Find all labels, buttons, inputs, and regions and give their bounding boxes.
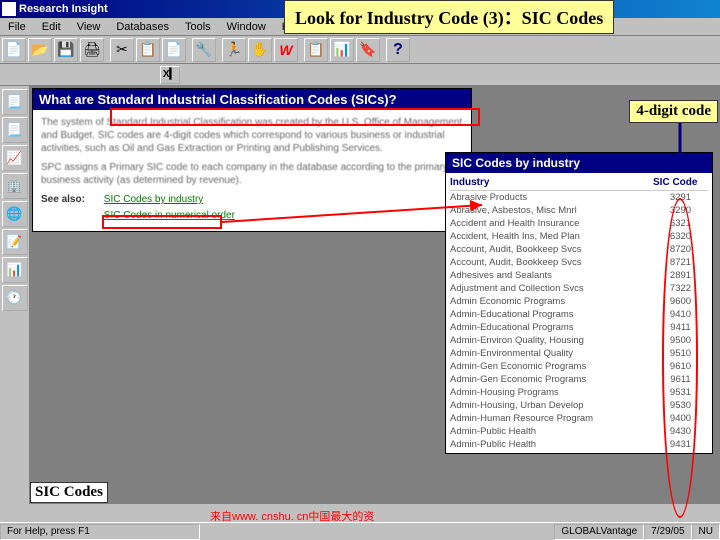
new-icon[interactable]: 📄 xyxy=(2,38,26,62)
table-row[interactable]: Admin-Human Resource Program9400 xyxy=(450,412,708,425)
panel-header: Industry SIC Code xyxy=(450,175,708,191)
help-icon[interactable]: ? xyxy=(386,38,410,62)
menu-databases[interactable]: Databases xyxy=(108,19,177,35)
doc-para2: SPC assigns a Primary SIC code to each c… xyxy=(41,161,463,187)
table-row[interactable]: Admin-Gen Economic Programs9610 xyxy=(450,360,708,373)
table-row[interactable]: Adjustment and Collection Svcs7322 xyxy=(450,282,708,295)
bars-icon[interactable]: 📊 xyxy=(330,38,354,62)
menu-view[interactable]: View xyxy=(69,19,109,35)
side-note-icon[interactable]: 📝 xyxy=(2,229,28,255)
table-row[interactable]: Admin-Educational Programs9411 xyxy=(450,321,708,334)
paste-icon[interactable]: 📄 xyxy=(162,38,186,62)
status-mode: NU xyxy=(692,524,720,540)
tool-icon[interactable]: 🔧 xyxy=(192,38,216,62)
annotation-sic-codes: SIC Codes xyxy=(30,482,108,503)
table-row[interactable]: Account, Audit, Bookkeep Svcs8721 xyxy=(450,256,708,269)
side-globe-icon[interactable]: 🌐 xyxy=(2,201,28,227)
menu-file[interactable]: File xyxy=(0,19,34,35)
doc-title: What are Standard Industrial Classificat… xyxy=(33,89,471,110)
side-building-icon[interactable]: 🏢 xyxy=(2,173,28,199)
app-title: Research Insight xyxy=(19,3,108,15)
save-icon[interactable]: 💾 xyxy=(54,38,78,62)
table-row[interactable]: Account, Audit, Bookkeep Svcs8720 xyxy=(450,243,708,256)
col-sic-code: SIC Code xyxy=(653,177,708,188)
table-row[interactable]: Accident and Health Insurance6321 xyxy=(450,217,708,230)
app-icon xyxy=(2,2,16,16)
link-sic-numerical[interactable]: SIC Codes in numerical order xyxy=(104,209,235,222)
status-date: 7/29/05 xyxy=(644,524,691,540)
table-row[interactable]: Abrasive, Asbestos, Misc Mnrl3290 xyxy=(450,204,708,217)
hand-icon[interactable]: ✋ xyxy=(248,38,272,62)
annotation-4digit: 4-digit code xyxy=(629,100,718,123)
annotation-top: Look for Industry Code (3)：SIC Codes xyxy=(284,0,614,34)
workarea: 📃 📃 📈 🏢 🌐 📝 📊 🕐 What are Standard Indust… xyxy=(0,86,720,504)
table-row[interactable]: Admin Economic Programs9600 xyxy=(450,295,708,308)
table-row[interactable]: Admin-Public Health9431 xyxy=(450,438,708,451)
footer-chinese: 来自www. cnshu. cn中国最大的资 xyxy=(210,508,374,524)
panel-rows: Abrasive Products3291Abrasive, Asbestos,… xyxy=(450,191,708,451)
sidebar: 📃 📃 📈 🏢 🌐 📝 📊 🕐 xyxy=(0,86,30,504)
chart-icon[interactable]: W xyxy=(274,38,298,62)
col-industry: Industry xyxy=(450,177,653,188)
menu-tools[interactable]: Tools xyxy=(177,19,219,35)
copy-icon[interactable]: 📋 xyxy=(136,38,160,62)
doc-para1: The system of Standard Industrial Classi… xyxy=(41,116,463,155)
sic-panel: SIC Codes by industry Industry SIC Code … xyxy=(445,152,713,454)
side-clock-icon[interactable]: 🕐 xyxy=(2,285,28,311)
table-row[interactable]: Admin-Housing Programs9531 xyxy=(450,386,708,399)
content-area: What are Standard Industrial Classificat… xyxy=(30,86,720,504)
flag-icon[interactable]: 🔖 xyxy=(356,38,380,62)
side-bars-icon[interactable]: 📊 xyxy=(2,257,28,283)
side-chart-icon[interactable]: 📈 xyxy=(2,145,28,171)
status-help: For Help, press F1 xyxy=(0,524,200,540)
side-report-icon[interactable]: 📃 xyxy=(2,89,28,115)
menu-window[interactable]: Window xyxy=(219,19,274,35)
help-document: What are Standard Industrial Classificat… xyxy=(32,88,472,232)
table-row[interactable]: Admin-Gen Economic Programs9611 xyxy=(450,373,708,386)
table-row[interactable]: Admin-Environ Quality, Housing9500 xyxy=(450,334,708,347)
doc-body: The system of Standard Industrial Classi… xyxy=(33,110,471,231)
see-also-label: See also: xyxy=(41,193,101,206)
table-row[interactable]: Admin-Educational Programs9410 xyxy=(450,308,708,321)
print-icon[interactable]: 🖨 xyxy=(80,38,104,62)
open-icon[interactable]: 📂 xyxy=(28,38,52,62)
menu-edit[interactable]: Edit xyxy=(34,19,69,35)
toolbar-secondary: X▎ xyxy=(0,64,720,86)
table-row[interactable]: Admin-Housing, Urban Develop9530 xyxy=(450,399,708,412)
doc-icon[interactable]: 📋 xyxy=(304,38,328,62)
excel-icon[interactable]: X▎ xyxy=(160,66,180,84)
table-row[interactable]: Adhesives and Sealants2891 xyxy=(450,269,708,282)
table-row[interactable]: Accident, Health Ins, Med Plan6320 xyxy=(450,230,708,243)
side-report2-icon[interactable]: 📃 xyxy=(2,117,28,143)
table-row[interactable]: Admin-Public Health9430 xyxy=(450,425,708,438)
cut-icon[interactable]: ✂ xyxy=(110,38,134,62)
blue-arrow-icon xyxy=(672,120,688,170)
run-icon[interactable]: 🏃 xyxy=(222,38,246,62)
statusbar: For Help, press F1 GLOBALVantage 7/29/05… xyxy=(0,522,720,540)
table-row[interactable]: Abrasive Products3291 xyxy=(450,191,708,204)
toolbar-main: 📄 📂 💾 🖨 ✂ 📋 📄 🔧 🏃 ✋ W 📋 📊 🔖 ? xyxy=(0,36,720,64)
table-row[interactable]: Admin-Environmental Quality9510 xyxy=(450,347,708,360)
status-db: GLOBALVantage xyxy=(554,524,644,540)
link-sic-by-industry[interactable]: SIC Codes by industry xyxy=(104,193,235,206)
